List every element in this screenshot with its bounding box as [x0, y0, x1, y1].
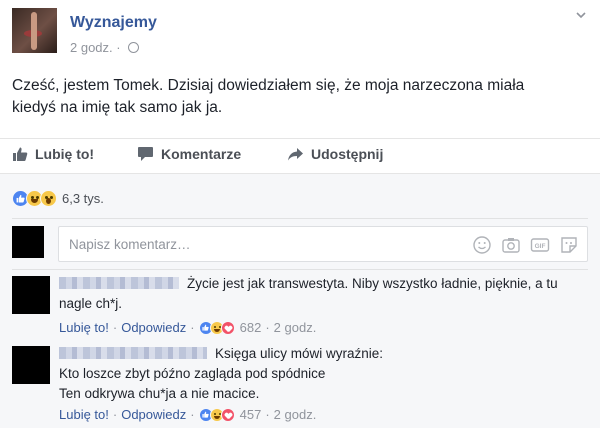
comment-time[interactable]: 2 godz. — [274, 407, 317, 422]
wow-reaction-icon — [40, 189, 57, 207]
emoji-icon[interactable] — [472, 235, 492, 255]
post-card: Wyznajemy 2 godz. · Cześć, jestem Tomek.… — [0, 0, 600, 428]
comment-body: Księga ulicy mówi wyraźnie: Kto loszce z… — [59, 344, 579, 404]
page-avatar[interactable] — [12, 8, 57, 53]
reactions-summary[interactable]: 6,3 tys. — [12, 187, 104, 209]
like-button[interactable]: Lubię to! — [12, 146, 94, 162]
page-name-link[interactable]: Wyznajemy — [70, 14, 157, 32]
commenter-name-blurred[interactable] — [59, 347, 207, 359]
comment-reaction-count: 457 — [239, 407, 262, 422]
commenter-avatar[interactable] — [12, 276, 50, 314]
share-button[interactable]: Udostępnij — [287, 146, 383, 162]
comment-text-line: Ten odkrywa chu*ja a nie macice. — [59, 386, 260, 401]
post-time[interactable]: 2 godz. — [70, 40, 113, 55]
comment-bubble-icon — [138, 147, 153, 161]
comment-reactions[interactable] — [198, 407, 235, 422]
comment-item: Życie jest jak transwestyta. Niby wszyst… — [12, 274, 588, 344]
chevron-down-icon[interactable] — [576, 10, 586, 20]
comment-text-line: Księga ulicy mówi wyraźnie: — [215, 346, 384, 361]
comment-like-link[interactable]: Lubię to! — [59, 320, 109, 335]
comment-reaction-count: 682 — [239, 320, 262, 335]
sticker-icon[interactable] — [559, 235, 579, 255]
comment-input-placeholder: Napisz komentarz… — [69, 237, 191, 252]
comment-like-link[interactable]: Lubię to! — [59, 407, 109, 422]
post-text: Cześć, jestem Tomek. Dzisiaj dowiedziałe… — [12, 77, 525, 116]
comment-button-label: Komentarze — [161, 146, 242, 162]
comment-actions: Lubię to! · Odpowiedz · 457 · 2 godz. — [59, 407, 316, 422]
composer-icons: GIF — [472, 235, 579, 255]
separator-dot: · — [190, 407, 195, 422]
love-reaction-icon — [220, 407, 235, 422]
comments-section: 6,3 tys. Napisz komentarz… GIF Życie jes… — [0, 173, 600, 428]
comment-time[interactable]: 2 godz. — [274, 320, 317, 335]
post-meta: 2 godz. · — [70, 40, 140, 55]
separator-dot: · — [112, 407, 118, 422]
like-button-label: Lubię to! — [35, 146, 95, 162]
separator-dot: · — [112, 320, 118, 335]
comment-reply-link[interactable]: Odpowiedz — [121, 320, 186, 335]
divider — [12, 218, 588, 219]
avatar-finger-shape — [31, 12, 37, 50]
share-arrow-icon — [288, 148, 303, 161]
commenter-avatar[interactable] — [12, 346, 50, 384]
gif-icon[interactable]: GIF — [530, 235, 550, 255]
camera-icon[interactable] — [501, 235, 521, 255]
comment-button[interactable]: Komentarze — [137, 146, 241, 162]
thumbs-up-icon — [13, 147, 28, 161]
commenter-name-blurred[interactable] — [59, 277, 179, 289]
separator-dot: · — [265, 407, 270, 422]
share-button-label: Udostępnij — [311, 146, 384, 162]
comment-composer: Napisz komentarz… GIF — [12, 224, 588, 270]
comment-reply-link[interactable]: Odpowiedz — [121, 407, 186, 422]
divider — [12, 269, 588, 270]
comment-text-line: Kto loszce zbyt późno zagląda pod spódni… — [59, 366, 326, 381]
globe-icon — [128, 42, 140, 53]
svg-text:GIF: GIF — [535, 243, 546, 250]
separator-dot: · — [265, 320, 270, 335]
comment-reactions[interactable] — [198, 320, 235, 335]
user-avatar[interactable] — [12, 226, 44, 258]
love-reaction-icon — [220, 320, 235, 335]
post-action-bar: Lubię to! Komentarze Udostępnij — [0, 138, 600, 172]
reaction-count: 6,3 tys. — [62, 190, 104, 206]
separator-dot: · — [190, 320, 195, 335]
comment-actions: Lubię to! · Odpowiedz · 682 · 2 godz. — [59, 320, 316, 335]
comment-body: Życie jest jak transwestyta. Niby wszyst… — [59, 274, 579, 314]
comment-item: Księga ulicy mówi wyraźnie: Kto loszce z… — [12, 344, 588, 428]
comment-input[interactable]: Napisz komentarz… GIF — [58, 226, 588, 262]
meta-separator: · — [116, 40, 121, 55]
